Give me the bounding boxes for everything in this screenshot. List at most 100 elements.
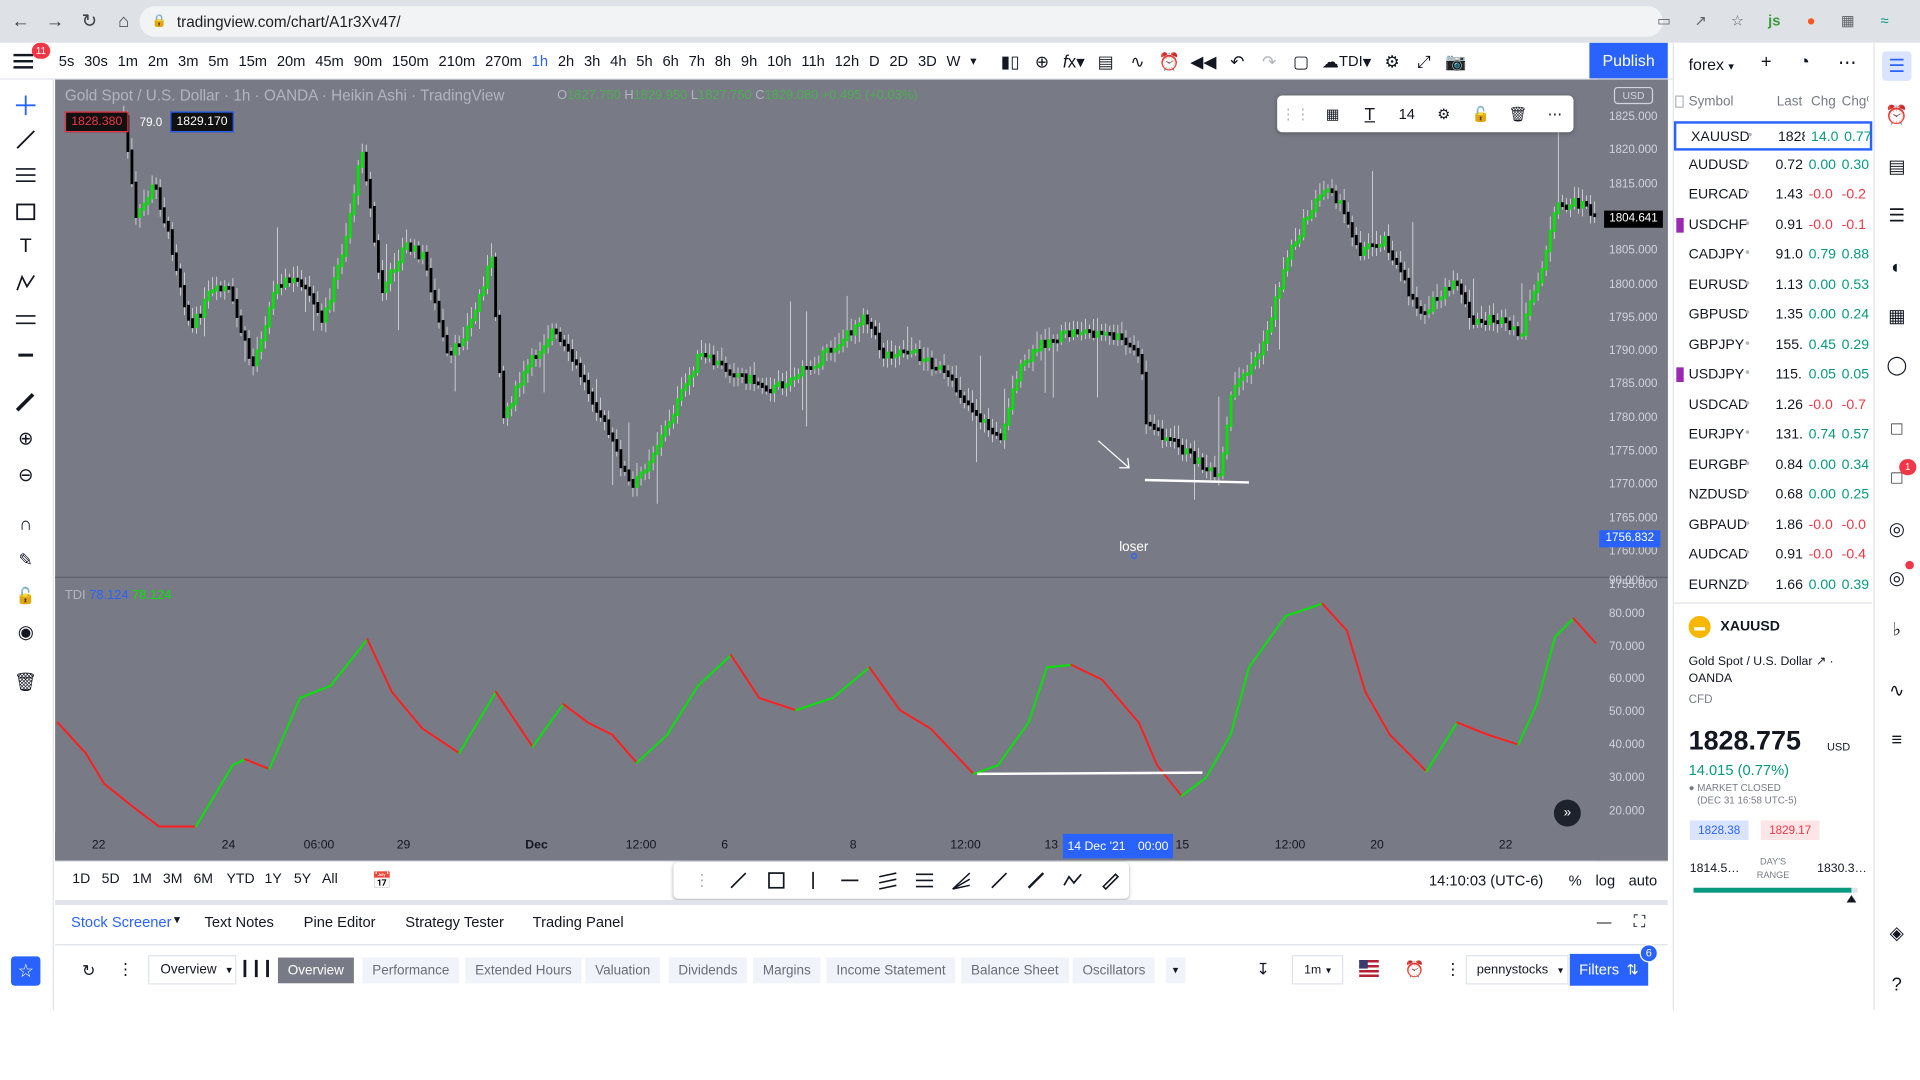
col-chg-header[interactable]: Chg — [1811, 94, 1836, 109]
annotation-text[interactable]: loser — [1119, 540, 1148, 555]
watchlist-more-icon[interactable]: ⋯ — [1838, 51, 1856, 74]
screener-chip[interactable]: Overview — [277, 957, 354, 984]
range-All[interactable]: All — [322, 872, 338, 887]
us-flag-icon[interactable] — [1359, 960, 1379, 978]
watchlist-row[interactable]: XAUUSD● 1828 14.0 0.77 — [1673, 121, 1873, 151]
screener-interval-select[interactable]: 1m ▾ — [1291, 955, 1344, 985]
fav-horizontal-line-icon[interactable] — [832, 862, 869, 899]
minimize-panel-icon[interactable]: — — [1597, 913, 1612, 930]
chevron-down-icon[interactable]: ▾ — [174, 913, 180, 926]
log-toggle[interactable]: log — [1596, 872, 1616, 889]
watchlist-icon[interactable]: ☰ — [1882, 51, 1912, 81]
drawing-lock-icon[interactable]: 🔓 — [1462, 96, 1499, 133]
pane-separator[interactable] — [55, 576, 1668, 578]
ask-price[interactable]: 1829.17 — [1760, 820, 1820, 841]
hotlists-icon[interactable]: ◐ — [1882, 252, 1911, 281]
advanced-view-icon[interactable]: ◔ — [1799, 51, 1810, 72]
watchlist-row[interactable]: EURCAD ● 1.43 -0.0 -0.2 — [1674, 181, 1872, 210]
range-1D[interactable]: 1D — [72, 872, 90, 887]
tab-pine-editor[interactable]: Pine Editor — [304, 913, 376, 930]
fav-fib-icon[interactable] — [906, 862, 943, 899]
range-6M[interactable]: 6M — [193, 872, 213, 887]
watchlist-row[interactable]: USDJPY ● 115. 0.05 0.05 — [1674, 361, 1872, 390]
watchlist-row[interactable]: EURNZD ● 1.66 0.00 0.39 — [1674, 571, 1872, 600]
watchlist-row[interactable]: AUDUSD ● 0.72 0.00 0.30 — [1674, 151, 1872, 180]
watchlist-row[interactable]: EURUSD ● 1.13 0.00 0.53 — [1674, 271, 1872, 300]
help-question-icon[interactable]: ? — [1882, 970, 1911, 999]
range-5D[interactable]: 5D — [102, 872, 120, 887]
trading-icon[interactable]: ∿ — [1882, 676, 1911, 705]
refresh-icon[interactable]: ↻ — [82, 961, 95, 981]
select-all-checkbox[interactable] — [1675, 95, 1684, 108]
watchlist-row[interactable]: GBPJPY ● 155. 0.45 0.29 — [1674, 331, 1872, 360]
timezone-clock[interactable]: 14:10:03 (UTC-6) — [1429, 872, 1543, 889]
watchlist-row[interactable]: GBPUSD ● 1.35 0.00 0.24 — [1674, 301, 1872, 330]
drag-handle-icon[interactable]: ⋮⋮ — [1277, 96, 1314, 133]
fav-extended-line-icon[interactable] — [1018, 862, 1055, 899]
streams-chat-icon[interactable]: □ — [1882, 414, 1911, 443]
col-chgpct-header[interactable]: Chg% — [1842, 94, 1869, 109]
watchlist-row[interactable]: USDCHF ● 0.91 -0.0 -0.1 — [1674, 211, 1872, 240]
screener-chip[interactable]: Income Statement — [826, 957, 956, 984]
alerts-clock-icon[interactable]: ⏰ — [1882, 100, 1911, 129]
auto-toggle[interactable]: auto — [1629, 872, 1658, 889]
sell-button[interactable]: 1828.380 — [64, 111, 129, 133]
fav-brush-icon[interactable] — [1092, 862, 1129, 899]
col-symbol-header[interactable]: Symbol — [1689, 94, 1734, 109]
help-bulb-icon[interactable]: ◎ — [1882, 514, 1911, 543]
add-symbol-icon[interactable]: + — [1761, 51, 1772, 72]
drawing-delete-icon[interactable]: 🗑 — [1499, 96, 1536, 133]
screener-chip[interactable]: Dividends — [668, 957, 748, 984]
watchlist-row[interactable]: CADJPY ● 91.0 0.79 0.88 — [1674, 241, 1872, 270]
watchlist-row[interactable]: EURJPY ● 131. 0.74 0.57 — [1674, 421, 1872, 450]
screener-chip[interactable]: Performance — [362, 957, 460, 984]
tab-trading-panel[interactable]: Trading Panel — [533, 913, 624, 930]
news-icon[interactable]: ▤ — [1882, 152, 1911, 181]
fav-rectangle-icon[interactable] — [758, 862, 795, 899]
alarm-clock-icon[interactable]: ⏰ — [1405, 960, 1425, 980]
screener-chip[interactable]: Balance Sheet — [961, 957, 1069, 984]
columns-icon[interactable]: ▎▎▎ — [244, 960, 278, 977]
fav-path-icon[interactable] — [1055, 862, 1092, 899]
font-size-value[interactable]: 14 — [1388, 96, 1425, 133]
tab-stock-screener[interactable]: Stock Screener — [71, 913, 171, 930]
symbol-title[interactable]: Gold Spot / U.S. Dollar · 1h · OANDA · H… — [65, 87, 505, 104]
fav-channel-icon[interactable] — [869, 862, 906, 899]
range-3M[interactable]: 3M — [163, 872, 183, 887]
filters-button[interactable]: Filters ⇅ — [1569, 953, 1649, 986]
scroll-to-realtime-icon[interactable]: » — [1553, 799, 1581, 827]
bid-price[interactable]: 1828.38 — [1689, 820, 1749, 841]
screener-chip[interactable]: Margins — [753, 957, 821, 984]
watchlist-row[interactable]: AUDCAD ● 0.91 -0.0 -0.4 — [1674, 541, 1872, 570]
favorites-star-icon[interactable]: ☆ — [11, 956, 41, 986]
watchlist-row[interactable]: GBPAUD ● 1.86 -0.0 -0.0 — [1674, 511, 1872, 540]
detail-symbol[interactable]: XAUUSD — [1720, 620, 1779, 635]
drawing-settings-icon[interactable]: ⚙ — [1425, 96, 1462, 133]
tab-text-notes[interactable]: Text Notes — [204, 913, 273, 930]
drag-dots-icon[interactable]: ⋮ — [683, 862, 720, 899]
go-to-date-icon[interactable]: 📅 — [372, 871, 392, 891]
time-axis[interactable] — [55, 832, 1598, 860]
screener-chip[interactable]: Extended Hours — [465, 957, 582, 984]
dom-icon[interactable]: ≡ — [1882, 725, 1911, 754]
screener-view-select[interactable]: Overview ▾ — [148, 955, 237, 985]
watchlist-row[interactable]: NZDUSD ● 0.68 0.00 0.25 — [1674, 481, 1872, 510]
range-5Y[interactable]: 5Y — [294, 872, 311, 887]
currency-badge[interactable]: USD — [1613, 86, 1654, 105]
tab-strategy-tester[interactable]: Strategy Tester — [405, 913, 504, 930]
fav-ray-icon[interactable] — [980, 862, 1017, 899]
screener-chip[interactable]: Valuation — [585, 957, 661, 984]
range-1Y[interactable]: 1Y — [264, 872, 281, 887]
text-color-icon[interactable]: T — [1351, 96, 1388, 133]
fav-trend-line-icon[interactable] — [720, 862, 757, 899]
ideas-bulb-icon[interactable]: ◯ — [1882, 350, 1911, 379]
more-options-icon[interactable]: ⋯ — [1536, 96, 1573, 133]
screener-chip[interactable]: Oscillators — [1072, 957, 1156, 984]
layers-icon[interactable]: ◈ — [1882, 918, 1911, 947]
tdi-legend[interactable]: TDI 78.124 78.124 — [65, 588, 172, 603]
watchlist-select[interactable]: pennystocks ▾ — [1465, 955, 1569, 985]
notifications-bell-icon[interactable]: ♭ — [1882, 615, 1911, 644]
watchlist-row[interactable]: USDCAD ● 1.26 -0.0 -0.7 — [1674, 391, 1872, 420]
screener-menu-icon[interactable]: ⋮ — [1445, 960, 1461, 980]
watchlist-name[interactable]: forex ▾ — [1689, 55, 1734, 73]
